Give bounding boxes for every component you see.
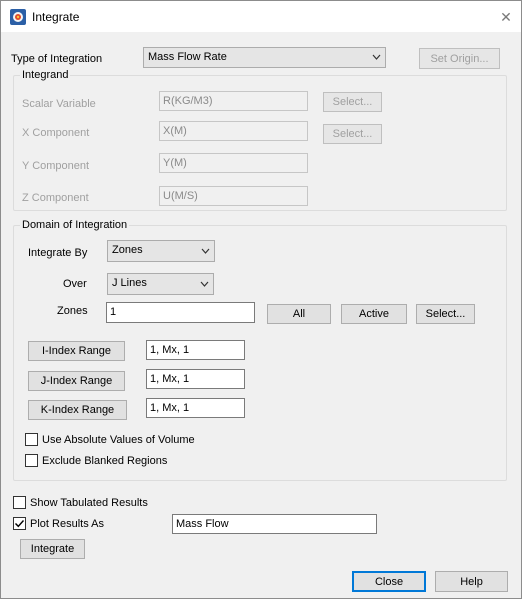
integrate-by-select[interactable]: Zones: [107, 240, 215, 262]
close-button[interactable]: Close: [352, 571, 426, 592]
zones-all-button[interactable]: All: [267, 304, 331, 324]
domain-title: Domain of Integration: [20, 219, 130, 231]
z-component-label: Z Component: [22, 192, 89, 204]
abs-volume-label: Use Absolute Values of Volume: [42, 434, 195, 446]
integrate-dialog: Integrate ✕ Type of Integration Mass Flo…: [0, 0, 522, 599]
over-label: Over: [63, 278, 87, 290]
i-index-range-field[interactable]: 1, Mx, 1: [146, 340, 245, 360]
j-index-range-field[interactable]: 1, Mx, 1: [146, 369, 245, 389]
checkmark-icon: [15, 520, 25, 528]
zones-field[interactable]: 1: [106, 302, 255, 323]
x-component-label: X Component: [22, 127, 90, 139]
scalar-variable-field[interactable]: R(KG/M3): [159, 91, 308, 111]
x-select-button[interactable]: Select...: [323, 124, 382, 144]
title-bar: Integrate ✕: [1, 1, 521, 32]
integrate-button[interactable]: Integrate: [20, 539, 85, 559]
j-index-range-button[interactable]: J-Index Range: [28, 371, 125, 391]
y-component-field[interactable]: Y(M): [159, 153, 308, 173]
app-icon: [10, 9, 26, 25]
z-component-field[interactable]: U(M/S): [159, 186, 308, 206]
scalar-select-button[interactable]: Select...: [323, 92, 382, 112]
zones-select-button[interactable]: Select...: [416, 304, 475, 324]
integrand-title: Integrand: [20, 69, 71, 81]
set-origin-button[interactable]: Set Origin...: [419, 48, 500, 69]
abs-volume-checkbox[interactable]: [25, 433, 38, 446]
y-component-label: Y Component: [22, 160, 90, 172]
plot-results-checkbox[interactable]: [13, 517, 26, 530]
show-tabulated-label: Show Tabulated Results: [30, 497, 148, 509]
type-of-integration-label: Type of Integration: [11, 53, 103, 65]
window-title: Integrate: [32, 10, 80, 24]
k-index-range-field[interactable]: 1, Mx, 1: [146, 398, 245, 418]
chevron-down-icon: [372, 48, 381, 74]
plot-results-field[interactable]: Mass Flow: [172, 514, 377, 534]
k-index-range-button[interactable]: K-Index Range: [28, 400, 127, 420]
chevron-down-icon: [201, 241, 210, 268]
zones-active-button[interactable]: Active: [341, 304, 407, 324]
show-tabulated-checkbox[interactable]: [13, 496, 26, 509]
over-select[interactable]: J Lines: [107, 273, 214, 295]
exclude-blanked-checkbox[interactable]: [25, 454, 38, 467]
exclude-blanked-label: Exclude Blanked Regions: [42, 455, 168, 467]
help-button[interactable]: Help: [435, 571, 508, 592]
x-component-field[interactable]: X(M): [159, 121, 308, 141]
zones-label: Zones: [57, 305, 88, 317]
close-icon[interactable]: ✕: [495, 6, 517, 28]
over-value: J Lines: [112, 277, 147, 289]
type-of-integration-select[interactable]: Mass Flow Rate: [143, 47, 386, 68]
scalar-variable-label: Scalar Variable: [22, 98, 96, 110]
integrate-by-label: Integrate By: [28, 247, 88, 259]
integrate-by-value: Zones: [112, 244, 143, 256]
type-of-integration-value: Mass Flow Rate: [148, 51, 227, 63]
chevron-down-icon: [200, 274, 209, 301]
plot-results-label: Plot Results As: [30, 518, 104, 530]
i-index-range-button[interactable]: I-Index Range: [28, 341, 125, 361]
